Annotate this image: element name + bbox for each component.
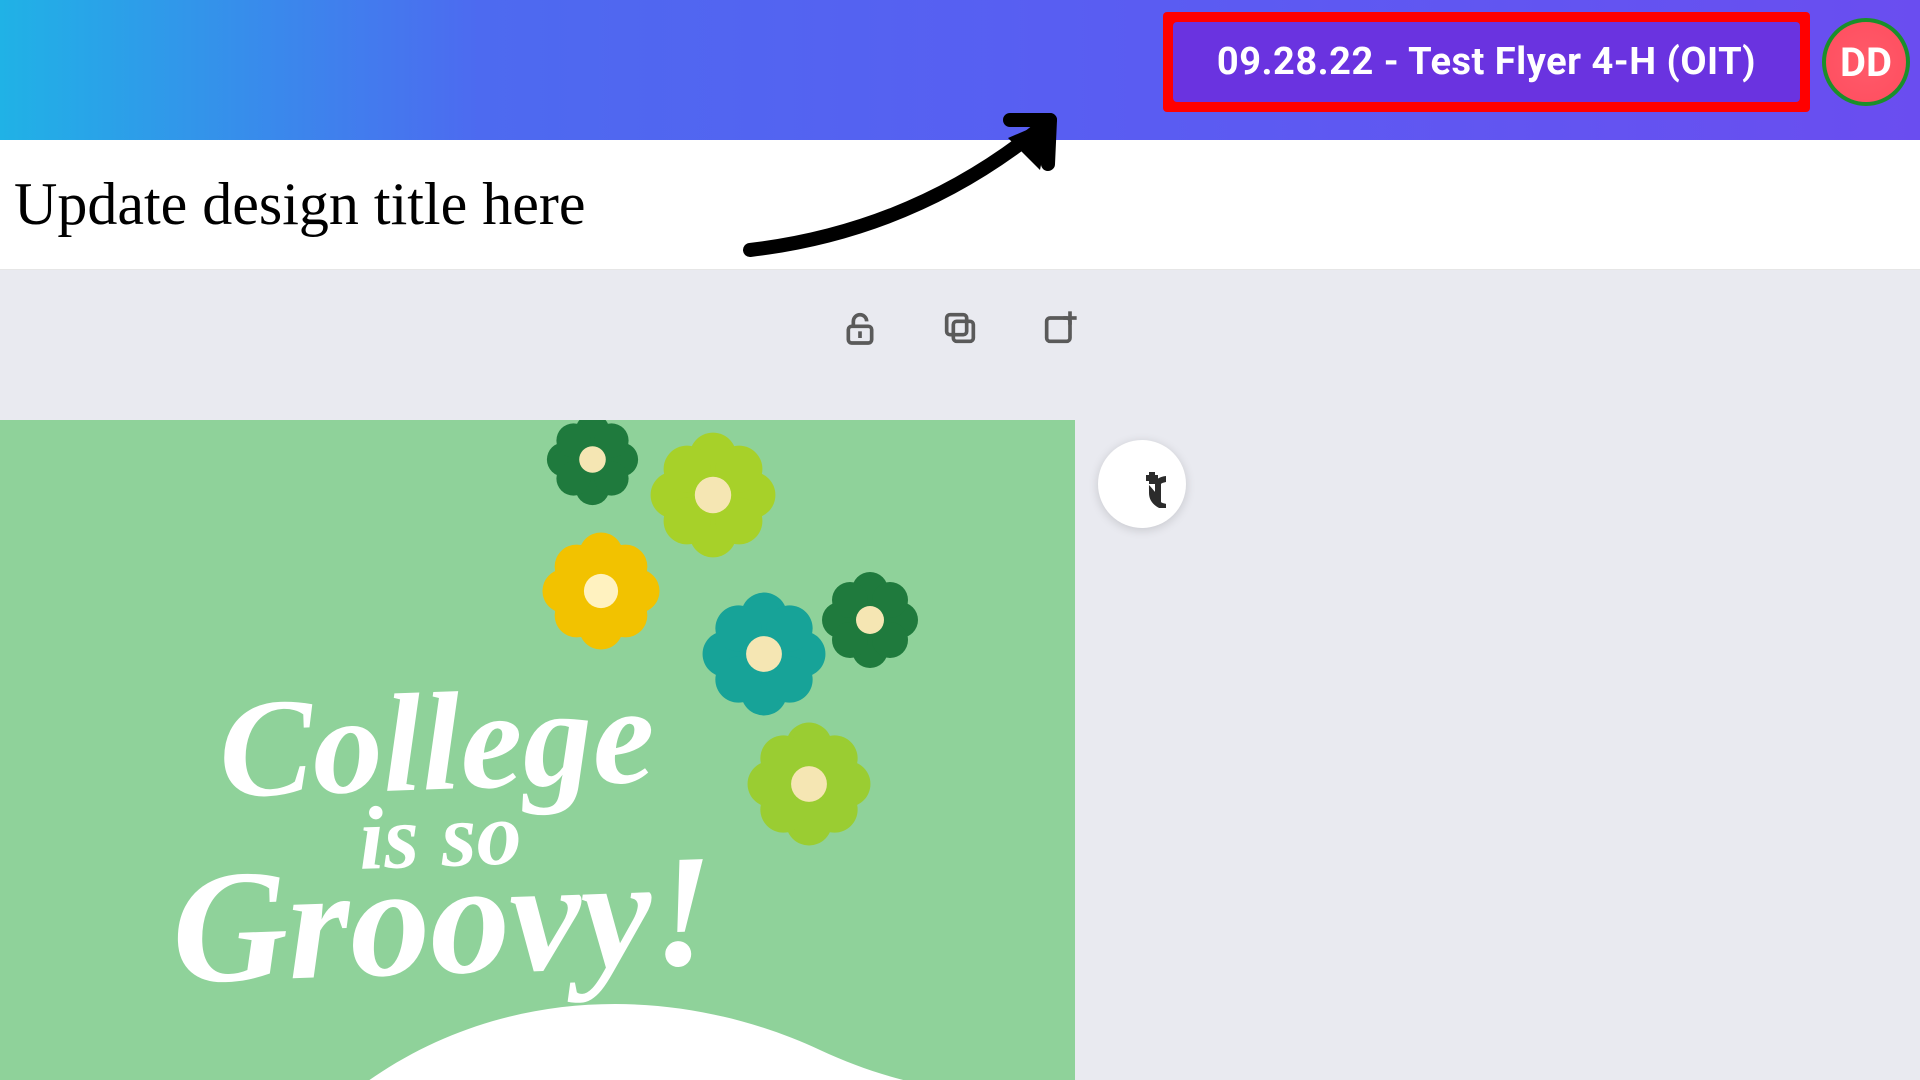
user-avatar[interactable]: DD	[1822, 18, 1910, 106]
editor-canvas-area: College is so Groovy!	[0, 270, 1920, 1080]
unlock-icon[interactable]	[838, 306, 882, 350]
avatar-initials: DD	[1840, 39, 1892, 86]
white-wave-shape	[320, 960, 1075, 1080]
annotation-band: Update design title here	[0, 140, 1920, 270]
comment-plus-icon	[1118, 460, 1166, 508]
add-comment-button[interactable]	[1098, 440, 1186, 528]
duplicate-page-icon[interactable]	[938, 306, 982, 350]
flower-icon	[540, 530, 662, 652]
flower-icon	[820, 570, 920, 670]
design-title-input[interactable]: 09.28.22 - Test Flyer 4-H (OIT)	[1173, 22, 1800, 102]
design-page[interactable]: College is so Groovy!	[0, 420, 1075, 1080]
design-title-highlight: 09.28.22 - Test Flyer 4-H (OIT)	[1163, 12, 1810, 112]
flower-icon	[648, 430, 778, 560]
annotation-text: Update design title here	[14, 170, 585, 239]
design-headline[interactable]: College is so Groovy!	[75, 668, 805, 1004]
app-header: 09.28.22 - Test Flyer 4-H (OIT) DD	[0, 0, 1920, 140]
flower-icon	[545, 420, 640, 507]
add-page-icon[interactable]	[1038, 306, 1082, 350]
page-toolbar	[838, 306, 1082, 350]
